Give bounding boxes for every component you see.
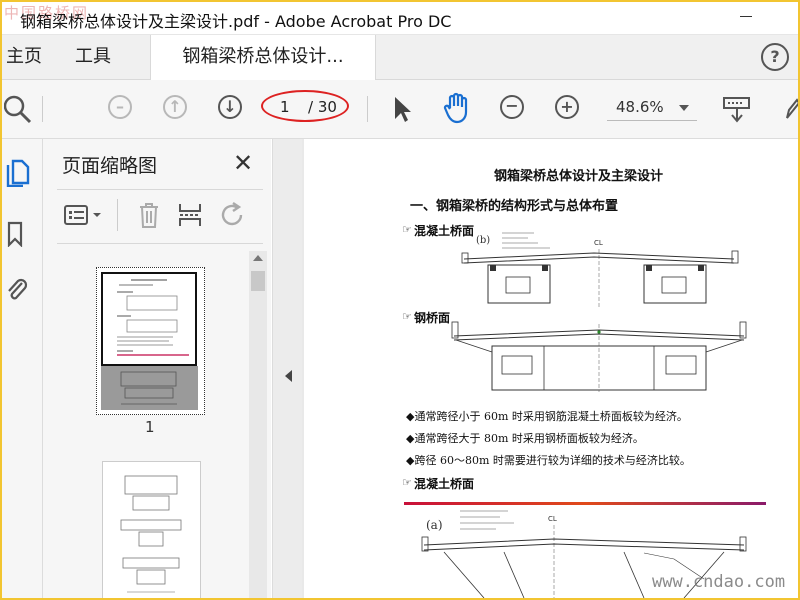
tab-document-label: 钢箱梁桥总体设计... (182, 46, 344, 67)
pointer-hand-icon: ☞ (402, 310, 412, 323)
scrollbar-thumb[interactable] (251, 271, 265, 291)
panel-title: 页面缩略图 (62, 155, 158, 177)
bullet-1: ◆通常跨径小于 60m 时采用钢筋混凝土桥面板较为经济。 (406, 410, 688, 423)
page-thumbnail-2[interactable] (102, 461, 201, 598)
tab-document[interactable]: 钢箱梁桥总体设计... (150, 35, 376, 80)
bookmark-icon[interactable] (7, 221, 23, 247)
figure-label-a: (a) (426, 518, 443, 532)
document-title: 钢箱梁桥总体设计及主梁设计 (494, 169, 664, 184)
navigation-strip (2, 139, 43, 598)
pointer-hand-icon: ☞ (402, 476, 412, 489)
document-viewport[interactable]: 钢箱梁桥总体设计及主梁设计 一、钢箱梁桥的结构形式与总体布置 ☞ 混凝土桥面 (… (302, 139, 798, 598)
page-thumbnails-icon[interactable] (6, 157, 30, 187)
tab-bar: 主页 工具 钢箱梁桥总体设计... ? (2, 35, 798, 80)
bullet-2: ◆通常跨径大于 80m 时采用钢桥面板较为经济。 (406, 432, 644, 445)
keyboard-scroll-icon[interactable] (722, 96, 752, 124)
page-number-box[interactable]: 1 / 30 (261, 90, 350, 122)
title-bar: 中国路桥网 钢箱梁桥总体设计及主梁设计.pdf - Adobe Acrobat … (2, 2, 798, 35)
prev-page-icon[interactable]: ↑ (163, 95, 187, 119)
attachment-icon[interactable] (6, 277, 28, 303)
tab-home[interactable]: 主页 (6, 35, 42, 79)
delete-icon[interactable] (137, 201, 161, 229)
bullet-3: ◆跨径 60～80m 时需要进行较为详细的技术与经济比较。 (406, 454, 691, 467)
close-icon[interactable]: ✕ (233, 149, 253, 177)
page-current-input[interactable]: 1 (280, 98, 290, 116)
zoom-in-icon[interactable]: + (555, 95, 579, 119)
section-heading: 一、钢箱梁桥的结构形式与总体布置 (410, 199, 619, 214)
next-page-icon[interactable]: ↓ (218, 95, 242, 119)
visible-area-box[interactable] (101, 272, 197, 366)
zoom-value: 48.6% (616, 98, 664, 116)
collapse-arrow-icon[interactable] (285, 370, 292, 382)
tab-tools[interactable]: 工具 (75, 35, 111, 79)
pointer-hand-icon: ☞ (402, 223, 412, 236)
page-thumbnail-1[interactable] (96, 267, 205, 415)
steel-deck-drawing (451, 321, 747, 392)
app-window: 中国路桥网 钢箱梁桥总体设计及主梁设计.pdf - Adobe Acrobat … (0, 0, 800, 600)
window-title: 钢箱梁桥总体设计及主梁设计.pdf - Adobe Acrobat Pro DC (20, 12, 452, 31)
centerline-label: CL (594, 239, 603, 247)
rotate-icon[interactable] (219, 201, 247, 229)
pdf-page: 钢箱梁桥总体设计及主梁设计 一、钢箱梁桥的结构形式与总体布置 ☞ 混凝土桥面 (… (304, 139, 798, 598)
search-icon[interactable] (4, 94, 34, 124)
label-concrete-deck-2: 混凝土桥面 (414, 477, 475, 491)
thumbnails-scrollbar[interactable] (249, 251, 267, 598)
centerline-label: CL (548, 515, 557, 523)
insert-page-icon[interactable] (177, 201, 203, 229)
edit-pen-icon[interactable] (785, 98, 799, 120)
options-menu-icon[interactable] (63, 203, 105, 229)
thumbnails-panel: 页面缩略图 ✕ 1 (43, 139, 271, 598)
select-arrow-icon[interactable] (392, 95, 414, 123)
zoom-out-icon[interactable]: − (500, 95, 524, 119)
minimize-button[interactable] (740, 16, 752, 17)
scroll-up-icon[interactable] (253, 255, 263, 261)
toolbar: – ↑ ↓ 1 / 30 − + 48.6% (2, 80, 798, 139)
chevron-down-icon (679, 105, 689, 111)
page-total: / 30 (308, 98, 337, 116)
site-footer-watermark: www.cndao.com (652, 572, 786, 592)
help-icon[interactable]: ? (761, 43, 789, 71)
first-page-icon[interactable]: – (108, 95, 132, 119)
zoom-select[interactable]: 48.6% (607, 96, 697, 121)
thumbnail-page-number: 1 (145, 418, 155, 436)
figure-label-b: (b) (476, 235, 490, 246)
panel-collapse-strip[interactable] (272, 139, 303, 598)
thumbnail-dimmed-area (101, 366, 198, 410)
hand-tool-icon[interactable] (442, 92, 472, 124)
concrete-deck-drawing: (b) CL (461, 232, 739, 307)
